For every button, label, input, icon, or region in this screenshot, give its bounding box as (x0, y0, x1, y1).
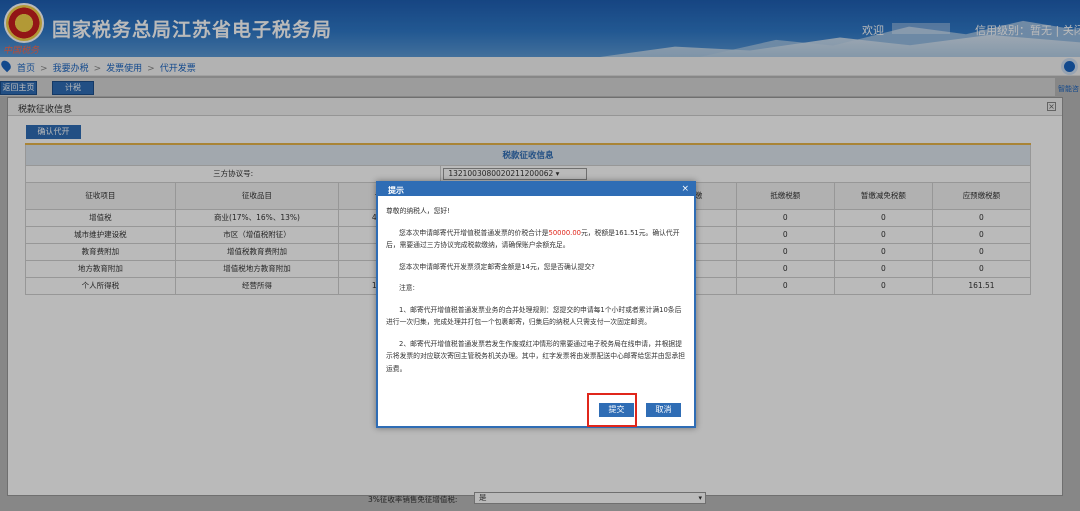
dialog-title: 提示 (388, 186, 404, 195)
dialog-body: 尊敬的纳税人，您好! 您本次申请邮寄代开增值税普通发票的价税合计是50000.0… (378, 196, 694, 375)
cancel-button[interactable]: 取消 (646, 403, 681, 417)
rule-paragraph-1: 1、邮寄代开增值税普通发票业务的合并处理规则：您提交的申请每1个小时或者累计满1… (386, 305, 682, 327)
total-amount: 50000.00 (548, 228, 581, 237)
rule-paragraph-2: 2、邮寄代开增值税普通发票若发生作废或红冲情形的需要通过电子税务局在线申请，并根… (386, 339, 686, 373)
dialog-close-icon[interactable]: × (681, 184, 689, 194)
greeting: 尊敬的纳税人，您好! (386, 207, 450, 215)
postage-paragraph: 您本次申请邮寄代开发票须定邮寄金额是14元，您是否确认提交? (399, 262, 595, 271)
note-label: 注意: (399, 284, 415, 292)
submit-highlight-box (587, 393, 637, 427)
amount-paragraph: 您本次申请邮寄代开增值税普通发票的价税合计是50000.00元，税额是161.5… (386, 228, 680, 250)
confirm-dialog: 提示 × 尊敬的纳税人，您好! 您本次申请邮寄代开增值税普通发票的价税合计是50… (376, 181, 696, 428)
dialog-header: 提示 × (378, 183, 694, 196)
